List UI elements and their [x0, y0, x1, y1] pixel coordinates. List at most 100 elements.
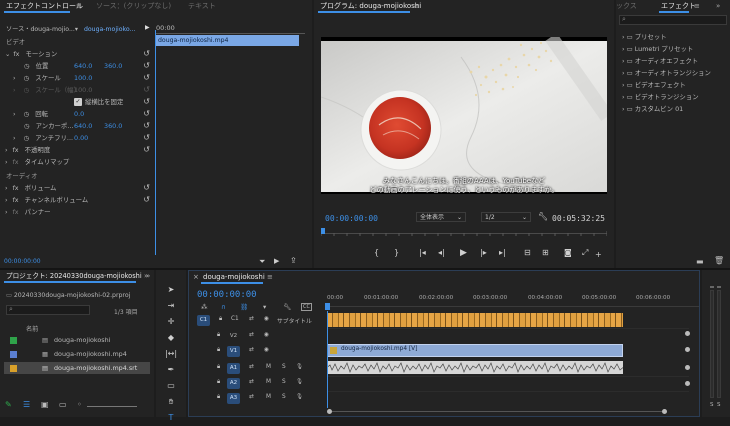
freeform-view-icon[interactable]: ▭: [59, 400, 67, 409]
chevron-right-icon[interactable]: ›: [13, 110, 16, 118]
reset-icon[interactable]: ↺: [143, 132, 150, 144]
checkbox-checked-icon[interactable]: ✓: [74, 98, 82, 106]
clip-selector[interactable]: douga-mojioko...: [84, 26, 136, 33]
lock-icon[interactable]: 🔒︎: [217, 394, 220, 401]
mark-in-icon[interactable]: {: [374, 248, 379, 257]
list-view-icon[interactable]: ☰: [23, 400, 30, 409]
mute-button[interactable]: M: [266, 364, 271, 370]
source-selector[interactable]: ソース・douga-mojio...▾ douga-mojioko...: [6, 24, 136, 33]
fit-dropdown[interactable]: 全体表示 ⌄: [416, 212, 466, 222]
uniform-scale-row[interactable]: ✓ 縦横比を固定 ↺: [0, 96, 154, 108]
extract-icon[interactable]: ⊞: [542, 248, 549, 257]
track-target-a1[interactable]: A1: [227, 363, 240, 374]
effects-item[interactable]: › ▭ ビデオトランジション: [622, 91, 699, 103]
effects-item[interactable]: › ▭ ビデオエフェクト: [622, 79, 686, 91]
fx-icon[interactable]: fx: [13, 50, 19, 58]
step-back-icon[interactable]: ◂|: [438, 248, 445, 257]
play-icon[interactable]: ▶: [274, 257, 279, 265]
list-item-selected[interactable]: ▤ douga-mojiokoshi.mp4.srt: [4, 362, 150, 374]
close-icon[interactable]: ×: [193, 271, 199, 283]
fx-icon[interactable]: fx: [13, 158, 19, 166]
solo-button[interactable]: S: [282, 364, 286, 370]
zoom-slider[interactable]: [87, 406, 137, 407]
mark-out-icon[interactable]: }: [394, 248, 399, 257]
reset-icon[interactable]: ↺: [143, 60, 150, 72]
program-timecode[interactable]: 00:00:00:00: [325, 214, 378, 223]
program-playhead[interactable]: [321, 228, 325, 234]
captions-icon[interactable]: CC: [301, 303, 312, 311]
video-clip[interactable]: douga-mojiokoshi.mp4 [V]: [327, 344, 623, 357]
scroll-knob[interactable]: [685, 347, 690, 352]
sync-icon[interactable]: ⇄: [249, 364, 254, 370]
scale-row[interactable]: › ◷ スケール 100.0 ↺: [0, 72, 154, 84]
reset-icon[interactable]: ↺: [143, 48, 150, 60]
track-target-a2[interactable]: A2: [227, 378, 240, 389]
scroll-knob[interactable]: [685, 365, 690, 370]
reset-icon[interactable]: ↺: [143, 182, 150, 194]
source-patch-c1[interactable]: C1: [197, 315, 210, 326]
lock-icon[interactable]: 🔒︎: [217, 379, 220, 386]
effects-item[interactable]: › ▭ オーディオトランジション: [622, 67, 711, 79]
filter-icon[interactable]: ⏷: [259, 257, 265, 267]
reset-icon[interactable]: ↺: [143, 194, 150, 206]
stopwatch-icon[interactable]: ◷: [24, 62, 30, 70]
track-target-v1[interactable]: V1: [227, 346, 240, 357]
effects-item[interactable]: › ▭ カスタムビン 01: [622, 103, 683, 115]
rectangle-tool-icon[interactable]: ▭: [164, 378, 178, 394]
add-button-icon[interactable]: +: [595, 250, 602, 259]
list-item[interactable]: ▤ douga-mojiokoshi: [0, 334, 154, 346]
footer-timecode[interactable]: 00:00:00:00: [4, 258, 41, 265]
pencil-icon[interactable]: ✎: [5, 400, 12, 409]
snap-icon[interactable]: ∩: [221, 303, 226, 311]
chevron-right-icon[interactable]: ›: [5, 196, 8, 204]
track-target-v2[interactable]: V2: [227, 331, 240, 342]
microphone-icon[interactable]: 🎙︎: [296, 364, 303, 370]
antiflicker-value[interactable]: 0.00: [74, 132, 88, 144]
audio-clip[interactable]: [327, 361, 623, 374]
program-scrubber[interactable]: [321, 228, 607, 240]
rotation-value[interactable]: 0.0: [74, 108, 84, 120]
scroll-knob[interactable]: [685, 331, 690, 336]
scale-value[interactable]: 100.0: [74, 72, 92, 84]
list-item[interactable]: ▦ douga-mojiokoshi.mp4: [0, 348, 154, 360]
position-row[interactable]: ◷ 位置 640.0 360.0 ↺: [0, 60, 154, 72]
menu-icon[interactable]: ≡: [414, 0, 420, 12]
selection-tool-icon[interactable]: ➤: [164, 282, 178, 298]
track-target-a3[interactable]: A3: [227, 393, 240, 404]
microphone-icon[interactable]: 🎙︎: [296, 379, 303, 385]
add-marker-icon[interactable]: ▾: [263, 303, 266, 311]
solo-right[interactable]: S: [717, 402, 721, 408]
opacity-row[interactable]: › fx 不透明度 ↺: [0, 144, 154, 156]
go-to-in-icon[interactable]: |◂: [419, 248, 426, 257]
solo-button[interactable]: S: [282, 379, 286, 385]
subtitle-clips[interactable]: [327, 313, 623, 327]
reset-icon[interactable]: ↺: [143, 120, 150, 132]
linked-selection-icon[interactable]: ⛓︎: [240, 303, 248, 311]
type-tool-icon[interactable]: T: [164, 410, 178, 426]
settings-icon[interactable]: 🔧︎: [283, 303, 291, 311]
slip-tool-icon[interactable]: |↔|: [164, 346, 178, 362]
overflow-icon[interactable]: »: [146, 272, 150, 280]
channel-volume-row[interactable]: › fx チャンネルボリューム ↺: [0, 194, 154, 206]
effects-search-input[interactable]: ⌕: [619, 15, 727, 25]
sync-icon[interactable]: ⇄: [249, 316, 254, 322]
zoom-circle-icon[interactable]: ◦: [77, 400, 82, 409]
anchor-row[interactable]: ◷ アンカーポ... 640.0 360.0 ↺: [0, 120, 154, 132]
col-name-header[interactable]: 名前: [26, 324, 38, 333]
timeline-playhead-head[interactable]: [325, 303, 330, 310]
effects-item[interactable]: › ▭ Lumetri プリセット: [622, 43, 693, 55]
lift-icon[interactable]: ⊟: [524, 248, 531, 257]
play-only-icon[interactable]: ▶: [145, 24, 150, 31]
lock-icon[interactable]: 🔒︎: [219, 316, 222, 323]
stopwatch-icon[interactable]: ◷: [24, 122, 30, 130]
effects-item[interactable]: › ▭ プリセット: [622, 31, 667, 43]
project-search-input[interactable]: ⌕: [6, 305, 90, 315]
chevron-down-icon[interactable]: ⌄: [5, 50, 10, 58]
position-y[interactable]: 360.0: [104, 60, 122, 72]
chevron-right-icon[interactable]: ›: [13, 134, 16, 142]
eye-icon[interactable]: ◉: [264, 347, 269, 353]
anchor-x[interactable]: 640.0: [74, 120, 92, 132]
pen-tool-icon[interactable]: ✒: [164, 362, 178, 378]
lock-icon[interactable]: 🔒︎: [217, 347, 220, 354]
tab-menu-icon[interactable]: ≡: [76, 0, 82, 12]
